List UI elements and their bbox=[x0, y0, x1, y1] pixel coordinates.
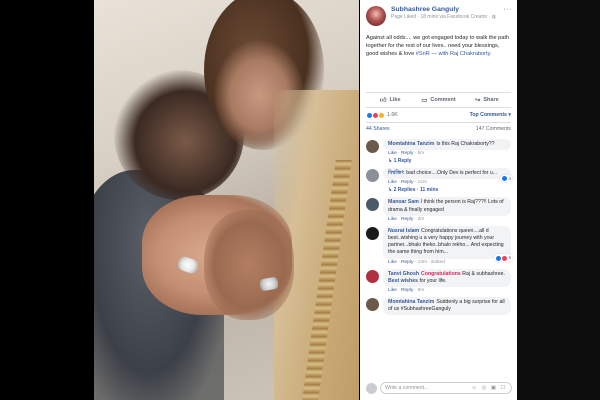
post-meta-text: Page Liked · 18 mins via Facebook Creato… bbox=[391, 14, 492, 20]
comment-reply-link[interactable]: Reply bbox=[401, 217, 413, 222]
comment-item: Manoar Sam I think the person is Raj???!!… bbox=[366, 197, 511, 222]
comment-attachment-icons[interactable]: ☺ ◎ ▣ ☐ bbox=[471, 385, 507, 391]
comment-time: 13m bbox=[417, 259, 427, 265]
comment-bubble: বিশ্বজিৎ bad choice....Only Dev is perfec… bbox=[383, 168, 513, 183]
comment-text: Is this Raj Chakraborty?? bbox=[436, 141, 495, 147]
post-header: Subhashree Ganguly Page Liked · 18 mins … bbox=[360, 0, 517, 30]
post-photo[interactable] bbox=[94, 0, 359, 400]
comment-text: Raj & subhashree. bbox=[460, 270, 505, 277]
comment-reply-link[interactable]: Reply bbox=[401, 180, 413, 185]
comment-item: Tanvi Ghosh Congratulations Raj & subhash… bbox=[366, 268, 511, 294]
photo-hand-2 bbox=[204, 210, 294, 320]
commenter-name[interactable]: Manoar Sam bbox=[388, 199, 419, 205]
page-name-link[interactable]: Subhashree Ganguly bbox=[391, 5, 511, 14]
commenter-name[interactable]: Momtahina Tanzim bbox=[388, 141, 434, 147]
comment-item: Momtahina Tanzim Suddenly a big surprise … bbox=[366, 297, 511, 316]
comments-count[interactable]: 147 Comments bbox=[476, 126, 511, 132]
comment-text: bad choice....Only Dev is perfect for u.… bbox=[406, 170, 498, 177]
hashtag-link[interactable]: #SnR bbox=[416, 51, 430, 57]
page-background-right bbox=[517, 0, 600, 400]
commenter-name[interactable]: বিশ্বজিৎ bbox=[388, 170, 404, 176]
comment-item: বিশ্বজিৎ bad choice....Only Dev is perfec… bbox=[366, 168, 513, 193]
share-icon: ↪ bbox=[474, 97, 481, 104]
top-comments-dropdown[interactable]: Top Comments ▾ bbox=[470, 112, 511, 118]
comment-bubble: Nusrat Islam Congratulations queen....all… bbox=[383, 225, 513, 262]
comment-input-placeholder: Write a comment... bbox=[385, 385, 429, 391]
comment-bubble: Momtahina Tanzim Suddenly a big surprise … bbox=[383, 297, 511, 316]
commenter-avatar[interactable] bbox=[366, 269, 379, 283]
comment-meta: Like · Reply · 6m bbox=[388, 288, 425, 294]
comment-input[interactable]: Write a comment... ☺ ◎ ▣ ☐ bbox=[380, 382, 512, 394]
post-options-icon[interactable]: ··· bbox=[504, 6, 513, 13]
comment-reactions[interactable]: 6 bbox=[494, 254, 513, 262]
comment-button[interactable]: ▭ Comment bbox=[414, 96, 462, 104]
share-label: Share bbox=[483, 97, 499, 103]
comments-list: Momtahina Tanzim Is this Raj Chakraborty?… bbox=[360, 139, 517, 316]
globe-icon: ◍ bbox=[491, 14, 496, 20]
comment-meta: Like · Reply · 13m · Edited bbox=[388, 259, 445, 265]
comment-item: Momtahina Tanzim Is this Raj Chakraborty?… bbox=[366, 139, 511, 164]
comment-item: Nusrat Islam Congratulations queen....all… bbox=[366, 225, 513, 265]
comment-bubble: Tanvi Ghosh Congratulations Raj & subhash… bbox=[383, 268, 511, 288]
comment-time: 12m bbox=[417, 180, 427, 186]
current-user-avatar bbox=[366, 382, 377, 394]
comment-reaction-count: 6 bbox=[508, 255, 511, 261]
tagged-person-link[interactable]: — with Raj Chakraborty. bbox=[430, 51, 491, 57]
reaction-count[interactable]: 1.6K bbox=[387, 112, 398, 118]
like-reaction-icon bbox=[502, 176, 508, 182]
comment-time: 2m bbox=[417, 216, 425, 222]
comment-edited: Edited bbox=[431, 259, 445, 265]
view-replies-link[interactable]: ↳ 2 Replies · 11 mins bbox=[383, 187, 511, 193]
post-panel: Subhashree Ganguly Page Liked · 18 mins … bbox=[360, 0, 517, 400]
commenter-avatar[interactable] bbox=[366, 298, 379, 312]
share-button[interactable]: ↪ Share bbox=[463, 96, 511, 104]
comment-like-link[interactable]: Like bbox=[388, 151, 397, 156]
shares-count[interactable]: 44 Shares bbox=[366, 126, 390, 132]
comment-reply-link[interactable]: Reply bbox=[401, 288, 413, 293]
reaction-icons[interactable]: 1.6K bbox=[366, 111, 398, 119]
comment-reply-link[interactable]: Reply bbox=[401, 260, 413, 265]
post-actions: 👍︎ Like ▭ Comment ↪ Share bbox=[366, 92, 511, 108]
comment-meta: Like · Reply · 5m bbox=[388, 151, 425, 157]
comment-like-link[interactable]: Like bbox=[388, 180, 397, 185]
reactions-summary: 1.6K Top Comments ▾ bbox=[360, 108, 517, 122]
comment-like-link[interactable]: Like bbox=[388, 288, 397, 293]
photo-viewer bbox=[0, 0, 360, 400]
like-button[interactable]: 👍︎ Like bbox=[366, 96, 414, 104]
page-avatar[interactable] bbox=[366, 6, 386, 26]
commenter-avatar[interactable] bbox=[366, 226, 379, 240]
comment-time: 6m bbox=[417, 288, 425, 294]
shares-comments-row: 44 Shares 147 Comments bbox=[366, 122, 511, 135]
write-comment-bar: Write a comment... ☺ ◎ ▣ ☐ bbox=[366, 380, 512, 396]
commenter-name[interactable]: Nusrat Islam bbox=[388, 228, 419, 234]
comment-bubble: Momtahina Tanzim Is this Raj Chakraborty?… bbox=[383, 139, 511, 151]
like-label: Like bbox=[389, 97, 401, 103]
comment-label: Comment bbox=[430, 97, 456, 103]
comment-text-congrats: Congratulations bbox=[421, 270, 461, 277]
comment-meta: Like · Reply · 2m bbox=[388, 216, 425, 222]
commenter-avatar[interactable] bbox=[366, 140, 379, 153]
comment-meta: Like · Reply · 12m bbox=[388, 180, 427, 186]
comment-icon: ▭ bbox=[421, 97, 428, 104]
like-reaction-icon bbox=[496, 255, 502, 261]
commenter-avatar[interactable] bbox=[366, 169, 379, 183]
comment-time: 5m bbox=[417, 151, 425, 157]
post-text: Against all odds.... we got engaged toda… bbox=[360, 30, 517, 88]
commenter-avatar[interactable] bbox=[366, 198, 379, 212]
view-replies-link[interactable]: ↳ 1 Reply bbox=[383, 158, 511, 164]
comment-reactions[interactable]: 4 bbox=[500, 175, 513, 183]
thumbs-up-icon: 👍︎ bbox=[379, 97, 387, 104]
comment-text-end: for your life. bbox=[418, 277, 447, 284]
comment-reply-link[interactable]: Reply bbox=[401, 151, 413, 156]
comment-like-link[interactable]: Like bbox=[388, 260, 397, 265]
comment-reaction-count: 4 bbox=[508, 176, 511, 182]
wow-reaction-icon bbox=[378, 111, 385, 119]
post-meta: Page Liked · 18 mins via Facebook Creato… bbox=[391, 14, 511, 21]
commenter-name[interactable]: Momtahina Tanzim bbox=[388, 299, 434, 305]
comment-text-best: Best wishes bbox=[388, 277, 418, 284]
love-reaction-icon bbox=[502, 255, 508, 261]
comment-like-link[interactable]: Like bbox=[388, 217, 397, 222]
commenter-name[interactable]: Tanvi Ghosh bbox=[388, 271, 419, 277]
comment-bubble: Manoar Sam I think the person is Raj???!!… bbox=[383, 197, 511, 216]
